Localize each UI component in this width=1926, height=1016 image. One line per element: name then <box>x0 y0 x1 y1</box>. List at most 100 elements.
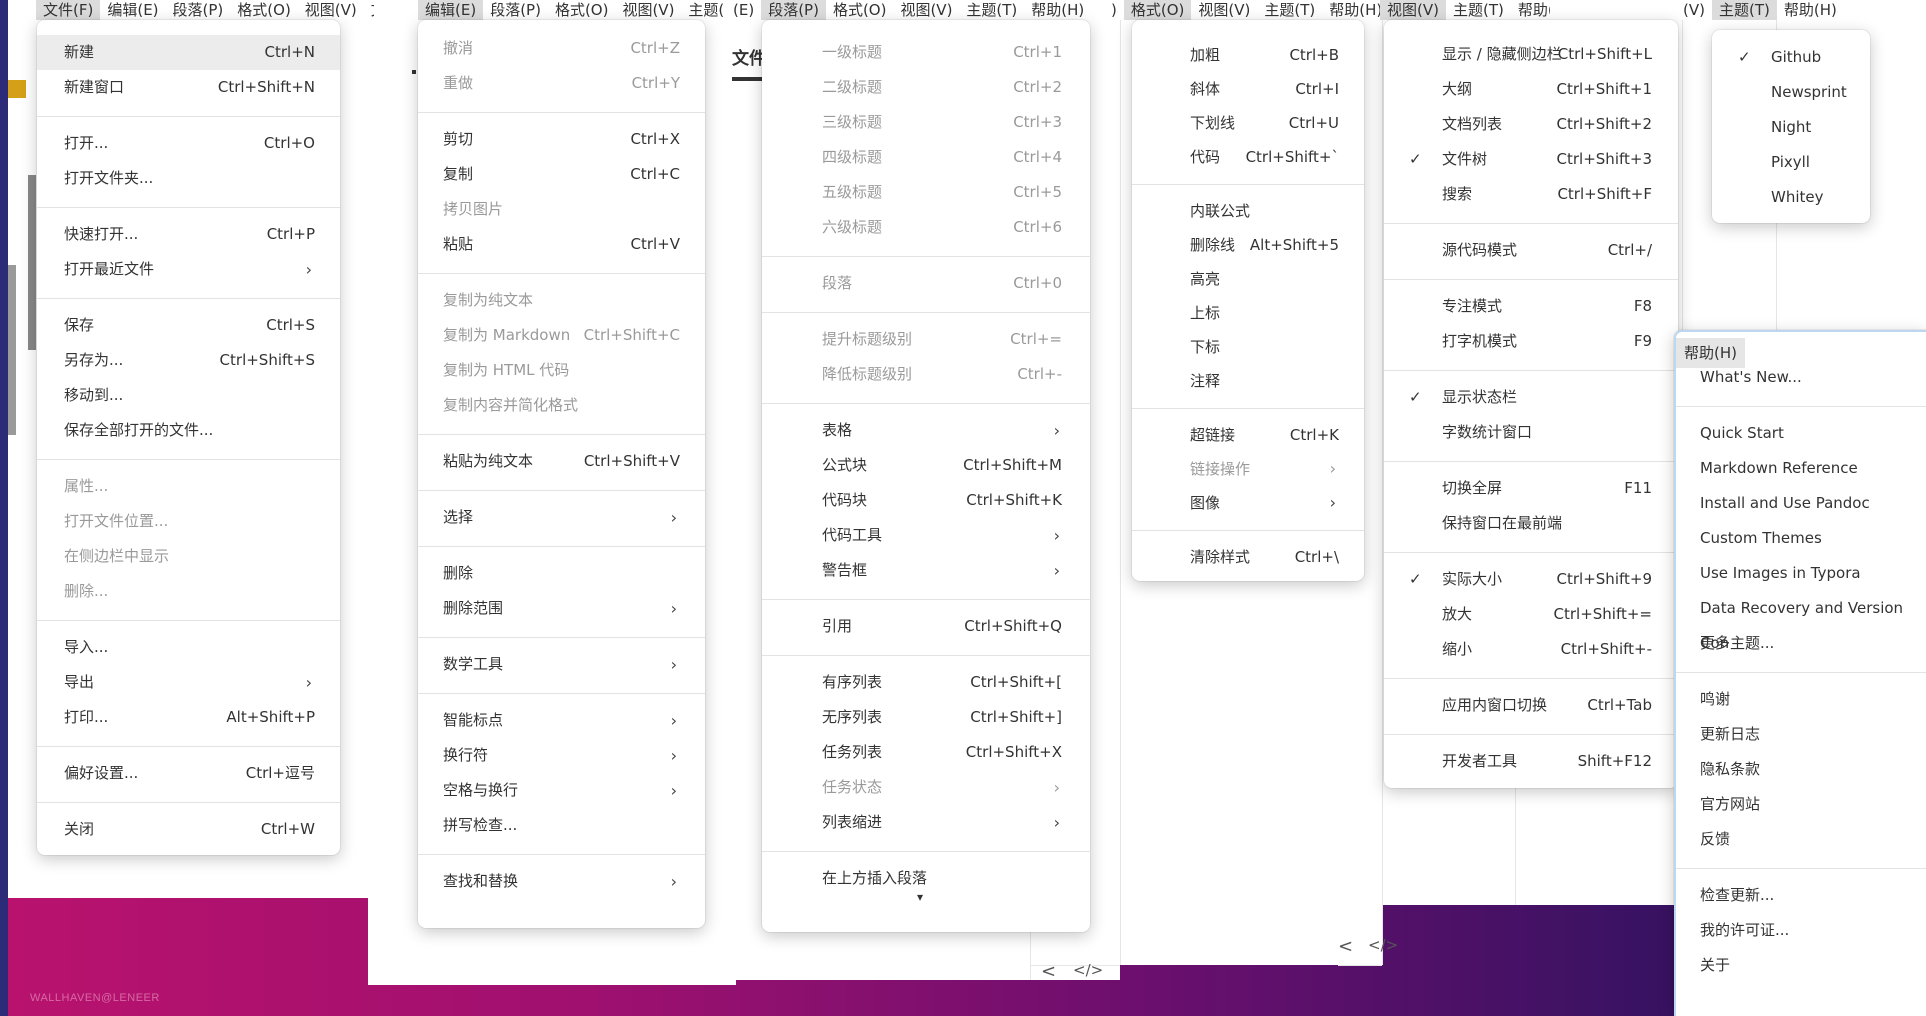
menu-item-查找和替换[interactable]: 查找和替换 › <box>418 864 705 899</box>
menu-item-应用内窗口切换[interactable]: 应用内窗口切换 Ctrl+Tab <box>1384 688 1678 723</box>
menubar-item[interactable]: (E) <box>726 0 761 20</box>
menubar-item[interactable]: 视图(V) <box>893 0 959 20</box>
menu-item-引用[interactable]: 引用 Ctrl+Shift+Q <box>762 609 1090 644</box>
menubar-item[interactable]: 格式(O) <box>1123 0 1192 20</box>
menu-item-公式块[interactable]: 公式块 Ctrl+Shift+M <box>762 448 1090 483</box>
menu-item-打字机模式[interactable]: 打字机模式 F9 <box>1384 324 1678 359</box>
menubar-item[interactable]: 编辑(E) <box>100 0 165 20</box>
menubar-item[interactable]: 帮助(H) <box>1511 0 1550 20</box>
menubar-item[interactable]: 格式(O) <box>548 0 616 20</box>
menu-item-新建[interactable]: 新建 Ctrl+N <box>37 35 340 70</box>
menu-item-图像[interactable]: 图像 › <box>1132 486 1364 520</box>
menubar-item[interactable]: 段落(P) <box>166 0 231 20</box>
menubar-item[interactable]: 格式(O) <box>230 0 298 20</box>
menubar-item[interactable]: 段落(P) <box>483 0 548 20</box>
menu-item-文件树[interactable]: ✓ 文件树 Ctrl+Shift+3 <box>1384 142 1678 177</box>
menubar-item[interactable]: 帮助(H) <box>1024 0 1086 20</box>
menu-item-代码块[interactable]: 代码块 Ctrl+Shift+K <box>762 483 1090 518</box>
menu-item-粘贴为纯文本[interactable]: 粘贴为纯文本 Ctrl+Shift+V <box>418 444 705 479</box>
menu-item-斜体[interactable]: 斜体 Ctrl+I <box>1132 72 1364 106</box>
menu-item-下划线[interactable]: 下划线 Ctrl+U <box>1132 106 1364 140</box>
menu-item-检查更新[interactable]: 检查更新... <box>1676 878 1926 913</box>
menu-item-更新日志[interactable]: 更新日志 <box>1676 717 1926 752</box>
menu-item-上标[interactable]: 上标 <box>1132 296 1364 330</box>
menu-item-拼写检查[interactable]: 拼写检查... <box>418 808 705 843</box>
menu-item-空格与换行[interactable]: 空格与换行 › <box>418 773 705 808</box>
menu-item-新建窗口[interactable]: 新建窗口 Ctrl+Shift+N <box>37 70 340 105</box>
menu-item-关闭[interactable]: 关闭 Ctrl+W <box>37 812 340 847</box>
menu-item-复制[interactable]: 复制 Ctrl+C <box>418 157 705 192</box>
theme-item-night[interactable]: Night <box>1712 110 1870 145</box>
menu-item-data-recovery-and-version-con[interactable]: Data Recovery and Version Con <box>1676 591 1926 652</box>
menu-item-显示-隐藏侧边栏[interactable]: 显示 / 隐藏侧边栏 Ctrl+Shift+L <box>1384 37 1678 72</box>
menu-item-换行符[interactable]: 换行符 › <box>418 738 705 773</box>
menu-item-custom-themes[interactable]: Custom Themes <box>1676 521 1926 556</box>
menu-item-打开文件夹[interactable]: 打开文件夹... <box>37 161 340 196</box>
menu-item-清除样式[interactable]: 清除样式 Ctrl+\ <box>1132 540 1364 574</box>
menubar-item[interactable]: 视图(V) <box>615 0 681 20</box>
menu-item-显示状态栏[interactable]: ✓ 显示状态栏 <box>1384 380 1678 415</box>
menu-item-官方网站[interactable]: 官方网站 <box>1676 787 1926 822</box>
menu-item-保持窗口在最前端[interactable]: 保持窗口在最前端 <box>1384 506 1678 541</box>
menu-item-markdown-reference[interactable]: Markdown Reference <box>1676 451 1926 486</box>
menu-item-鸣谢[interactable]: 鸣谢 <box>1676 682 1926 717</box>
menubar-item[interactable]: ) <box>1104 0 1124 20</box>
menu-item-保存[interactable]: 保存 Ctrl+S <box>37 308 340 343</box>
theme-item-pixyll[interactable]: Pixyll <box>1712 145 1870 180</box>
menu-item-剪切[interactable]: 剪切 Ctrl+X <box>418 122 705 157</box>
menu-item-数学工具[interactable]: 数学工具 › <box>418 647 705 682</box>
menu-item-在上方插入段落[interactable]: 在上方插入段落 <box>762 861 1090 896</box>
menubar-item[interactable]: 视图(V) <box>1380 0 1446 20</box>
menu-item-开发者工具[interactable]: 开发者工具 Shift+F12 <box>1384 744 1678 779</box>
menu-item-警告框[interactable]: 警告框 › <box>762 553 1090 588</box>
menu-item-下标[interactable]: 下标 <box>1132 330 1364 364</box>
theme-item-newsprint[interactable]: Newsprint <box>1712 75 1870 110</box>
menubar-item[interactable]: 主题(T) <box>1257 0 1322 20</box>
menubar-item[interactable]: 段落(P) <box>761 0 826 20</box>
menu-item-打开最近文件[interactable]: 打开最近文件 › <box>37 252 340 287</box>
menu-item-实际大小[interactable]: ✓ 实际大小 Ctrl+Shift+9 <box>1384 562 1678 597</box>
menu-item-源代码模式[interactable]: 源代码模式 Ctrl+/ <box>1384 233 1678 268</box>
menubar-item[interactable]: 帮助(H) <box>1322 0 1386 20</box>
menu-item-代码[interactable]: 代码 Ctrl+Shift+` <box>1132 140 1364 174</box>
menu-item-加粗[interactable]: 加粗 Ctrl+B <box>1132 38 1364 72</box>
menu-item-有序列表[interactable]: 有序列表 Ctrl+Shift+[ <box>762 665 1090 700</box>
menu-item-注释[interactable]: 注释 <box>1132 364 1364 398</box>
menu-item-install-and-use-pandoc[interactable]: Install and Use Pandoc <box>1676 486 1926 521</box>
menu-item-专注模式[interactable]: 专注模式 F8 <box>1384 289 1678 324</box>
menu-item-移动到[interactable]: 移动到... <box>37 378 340 413</box>
menu-item-文档列表[interactable]: 文档列表 Ctrl+Shift+2 <box>1384 107 1678 142</box>
menu-item-更多主题[interactable]: 更多主题... <box>1676 626 1926 661</box>
menu-item-保存全部打开的文件[interactable]: 保存全部打开的文件... <box>37 413 340 448</box>
menu-item-导入[interactable]: 导入... <box>37 630 340 665</box>
nav-back-button[interactable]: < <box>1041 961 1056 982</box>
menubar-item[interactable]: 视图(V) <box>1191 0 1257 20</box>
menubar-item[interactable]: 主题( <box>681 0 731 20</box>
menu-item-use-images-in-typora[interactable]: Use Images in Typora <box>1676 556 1926 591</box>
source-code-toggle[interactable]: </> <box>1368 936 1398 954</box>
menubar-item[interactable]: 文件(F) <box>364 0 374 20</box>
menu-item-内联公式[interactable]: 内联公式 <box>1132 194 1364 228</box>
menu-item-大纲[interactable]: 大纲 Ctrl+Shift+1 <box>1384 72 1678 107</box>
menu-item-删除[interactable]: 删除 <box>418 556 705 591</box>
menu-item-缩小[interactable]: 缩小 Ctrl+Shift+- <box>1384 632 1678 667</box>
menubar-item[interactable]: 格式(O) <box>826 0 894 20</box>
menu-item-导出[interactable]: 导出 › <box>37 665 340 700</box>
menu-item-切换全屏[interactable]: 切换全屏 F11 <box>1384 471 1678 506</box>
menu-item-无序列表[interactable]: 无序列表 Ctrl+Shift+] <box>762 700 1090 735</box>
menu-item-反馈[interactable]: 反馈 <box>1676 822 1926 857</box>
menu-item-关于[interactable]: 关于 <box>1676 948 1926 983</box>
menu-item-删除线[interactable]: 删除线 Alt+Shift+5 <box>1132 228 1364 262</box>
menu-item-超链接[interactable]: 超链接 Ctrl+K <box>1132 418 1364 452</box>
menubar-item[interactable]: 帮助(H) <box>1777 0 1844 20</box>
menu-item-另存为[interactable]: 另存为... Ctrl+Shift+S <box>37 343 340 378</box>
theme-item-github[interactable]: ✓ Github <box>1712 40 1870 75</box>
nav-back-button[interactable]: < <box>1338 936 1353 957</box>
menu-item-打开[interactable]: 打开... Ctrl+O <box>37 126 340 161</box>
menu-item-偏好设置[interactable]: 偏好设置... Ctrl+逗号 <box>37 756 340 791</box>
menu-item-粘贴[interactable]: 粘贴 Ctrl+V <box>418 227 705 262</box>
menubar-item[interactable]: 编辑(E) <box>418 0 484 20</box>
menu-item-隐私条款[interactable]: 隐私条款 <box>1676 752 1926 787</box>
menubar-item[interactable]: 主题(T) <box>1711 0 1777 20</box>
menu-item-表格[interactable]: 表格 › <box>762 413 1090 448</box>
